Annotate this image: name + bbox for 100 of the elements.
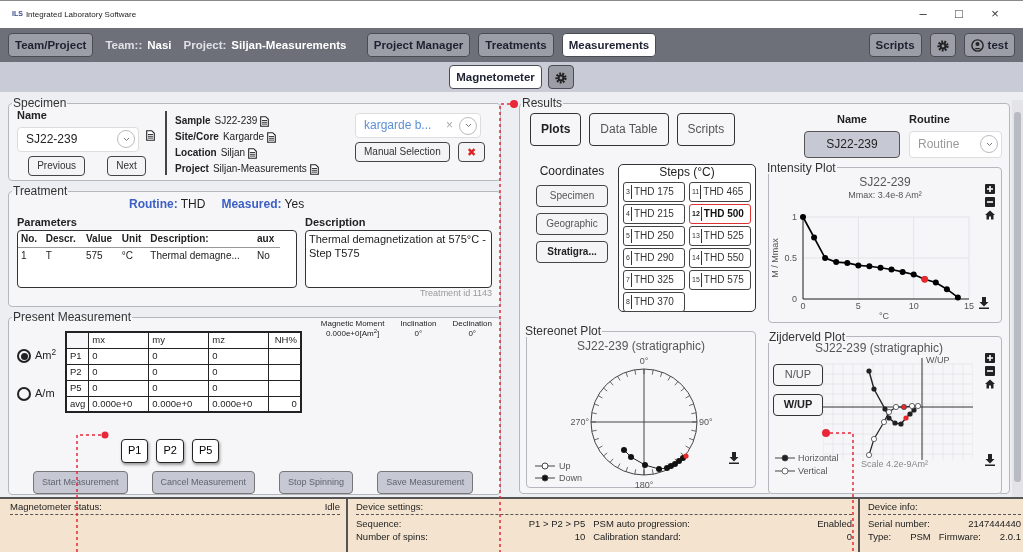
readout-value: 0.000e+0[Am$^{2}$] bbox=[324, 329, 381, 339]
legend-marker-icon bbox=[534, 462, 556, 470]
coordinates-button[interactable]: Stratigra... bbox=[536, 241, 608, 263]
remove-button[interactable]: ✖ bbox=[457, 142, 485, 162]
results-tab[interactable]: Data Table bbox=[589, 113, 669, 146]
data-point bbox=[811, 234, 818, 241]
readout-value: 0° bbox=[467, 329, 478, 339]
projection-button[interactable]: W/UP bbox=[773, 393, 823, 416]
setting-label: PSM auto progression: bbox=[593, 516, 690, 530]
table-cell: 575 bbox=[82, 247, 119, 265]
section-label: Parameters bbox=[17, 216, 78, 230]
radio-button[interactable] bbox=[17, 349, 31, 363]
readout-label: Inclination bbox=[400, 319, 437, 329]
coordinates-button[interactable]: Specimen bbox=[536, 185, 608, 207]
download-icon[interactable] bbox=[985, 453, 995, 466]
coordinates-button[interactable]: Geographic bbox=[536, 213, 608, 235]
minimize-button[interactable]: – bbox=[905, 6, 941, 23]
legend-label: Up bbox=[559, 461, 571, 471]
field-label: Routine bbox=[909, 113, 951, 127]
document-icon[interactable] bbox=[309, 163, 319, 175]
scrollbar[interactable] bbox=[1012, 100, 1023, 497]
chevron-down-icon[interactable] bbox=[122, 136, 130, 142]
data-point bbox=[844, 259, 851, 266]
tick-label: 15 bbox=[964, 301, 974, 311]
download-icon[interactable] bbox=[729, 452, 739, 464]
table-cell: 1 bbox=[18, 247, 43, 265]
position-button[interactable]: P1 bbox=[121, 439, 149, 463]
results-tab[interactable]: Plots bbox=[530, 113, 582, 146]
data-point bbox=[800, 214, 806, 220]
info-label: Site/Core bbox=[175, 130, 219, 144]
column-header: aux bbox=[254, 230, 280, 248]
window-title: Integrated Laboratory Software bbox=[25, 9, 137, 20]
specimen-select[interactable]: SJ22-239 bbox=[17, 126, 139, 152]
previous-button[interactable]: Previous bbox=[28, 155, 86, 176]
position-button[interactable]: P5 bbox=[191, 439, 220, 463]
download-icon[interactable] bbox=[979, 297, 989, 309]
filter-select[interactable]: kargarde b... × bbox=[355, 113, 481, 138]
axis-label: M / Mmax bbox=[771, 238, 780, 278]
readout-value: 0° bbox=[413, 329, 424, 339]
settings-button[interactable] bbox=[547, 65, 574, 89]
close-button[interactable]: × bbox=[977, 6, 1013, 23]
treatment-id: Treatment id 1143 bbox=[418, 287, 492, 299]
zoom-out-icon[interactable] bbox=[985, 365, 995, 376]
zoom-in-icon[interactable] bbox=[985, 352, 995, 363]
readout-label: Magnetic Moment bbox=[320, 319, 385, 329]
projection-button[interactable]: N/UP bbox=[773, 363, 823, 386]
table-cell: No bbox=[254, 247, 280, 265]
group-title: Treatment bbox=[12, 185, 69, 197]
chevron-down-icon[interactable] bbox=[464, 123, 472, 128]
zoom-in-icon[interactable] bbox=[985, 183, 995, 194]
scripts-button[interactable]: Scripts bbox=[868, 33, 922, 57]
user-button[interactable]: test bbox=[963, 33, 1015, 57]
next-button[interactable]: Next bbox=[107, 155, 146, 176]
nav-tab[interactable]: Treatments bbox=[478, 33, 554, 57]
team-project-button[interactable]: Team/Project bbox=[8, 33, 94, 57]
routine-label: Routine: bbox=[129, 197, 178, 211]
nav-tab[interactable]: Measurements bbox=[561, 33, 657, 57]
tick-label: 0.5 bbox=[784, 253, 797, 263]
direction-label: 180° bbox=[634, 480, 654, 490]
plot-title: SJ22-239 bbox=[858, 174, 912, 190]
home-icon[interactable] bbox=[985, 378, 995, 389]
column-header: No. bbox=[18, 230, 43, 248]
axis-label: W/UP bbox=[926, 355, 950, 365]
settings-button[interactable] bbox=[929, 33, 956, 57]
position-button[interactable]: P2 bbox=[156, 439, 184, 463]
nav-tab[interactable]: Project Manager bbox=[366, 33, 471, 57]
tick-label: 0 bbox=[800, 301, 806, 311]
info-label: Location bbox=[175, 146, 217, 160]
maximize-button[interactable]: □ bbox=[941, 6, 977, 23]
legend-marker-icon bbox=[534, 474, 556, 482]
measured-value: Yes bbox=[283, 197, 305, 211]
data-point bbox=[943, 286, 950, 293]
routine-value: THD bbox=[179, 197, 206, 211]
data-point bbox=[877, 264, 884, 271]
info-value: 2147444440 bbox=[968, 516, 1021, 530]
document-icon[interactable] bbox=[248, 147, 258, 159]
document-icon[interactable] bbox=[260, 115, 270, 127]
legend-label: Vertical bbox=[798, 465, 828, 476]
device-button[interactable]: Magnetometer bbox=[449, 65, 542, 89]
radio-button[interactable] bbox=[17, 387, 31, 401]
data-point bbox=[932, 279, 939, 286]
setting-value: Enabled bbox=[817, 516, 852, 530]
column-header: Unit bbox=[118, 230, 148, 248]
manual-selection-button[interactable]: Manual Selection bbox=[355, 142, 450, 162]
info-value: 2.0.1 bbox=[999, 529, 1021, 543]
description-box: Thermal demagnetization at 575°C - Step T575 bbox=[305, 229, 492, 288]
document-icon[interactable] bbox=[267, 131, 277, 143]
plot-title: SJ22-239 (stratigraphic) bbox=[814, 340, 945, 356]
document-icon[interactable] bbox=[146, 130, 155, 142]
data-point bbox=[855, 262, 862, 269]
chevron-down-icon[interactable] bbox=[985, 141, 993, 147]
group-title: Results bbox=[521, 97, 563, 109]
column-header: mx bbox=[88, 332, 149, 348]
home-icon[interactable] bbox=[985, 209, 995, 220]
zoom-out-icon[interactable] bbox=[985, 196, 995, 207]
status-value: Idle bbox=[324, 501, 340, 513]
direction-label: 0° bbox=[639, 356, 649, 366]
tick-label: 0 bbox=[792, 294, 797, 304]
data-point bbox=[921, 275, 929, 283]
results-tab[interactable]: Scripts bbox=[676, 113, 736, 146]
